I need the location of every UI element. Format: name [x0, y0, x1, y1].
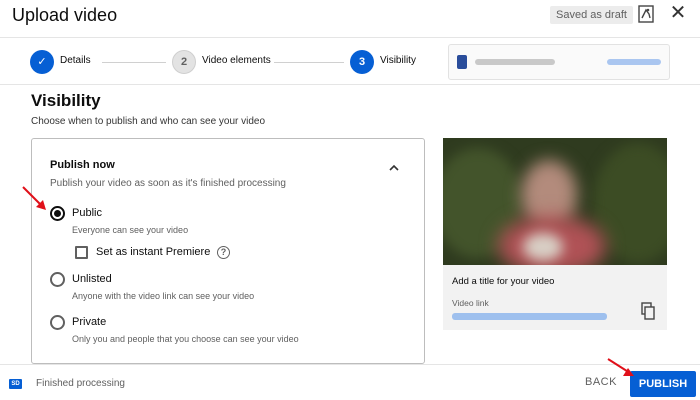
- blurred-person: [523, 233, 563, 261]
- copy-icon[interactable]: [641, 302, 655, 320]
- help-icon[interactable]: ?: [217, 246, 230, 259]
- radio-unlisted[interactable]: [50, 272, 65, 287]
- option-public-label: Public: [72, 207, 102, 219]
- step-connector: [274, 62, 344, 63]
- video-preview-card: Add a title for your video Video link: [443, 138, 667, 330]
- radio-private[interactable]: [50, 315, 65, 330]
- publish-now-title: Publish now: [50, 159, 115, 171]
- option-private-description: Only you and people that you choose can …: [72, 334, 299, 344]
- video-link-url-blurred[interactable]: [452, 313, 607, 320]
- video-thumbnail-mini: [457, 55, 467, 69]
- back-button[interactable]: BACK: [585, 376, 617, 388]
- chevron-up-icon[interactable]: [387, 161, 401, 175]
- visibility-section: Visibility Choose when to publish and wh…: [0, 86, 700, 364]
- step-visibility-number[interactable]: 3: [350, 50, 374, 74]
- instant-premiere-label: Set as instant Premiere: [96, 246, 211, 258]
- publish-now-panel: Publish now Publish your video as soon a…: [31, 138, 425, 364]
- option-unlisted-label: Unlisted: [72, 273, 112, 285]
- sd-quality-badge: SD: [9, 379, 22, 389]
- step-video-elements-number[interactable]: 2: [172, 50, 196, 74]
- publish-now-description: Publish your video as soon as it's finis…: [50, 178, 286, 189]
- close-icon[interactable]: ✕: [668, 3, 688, 23]
- step-details-check-icon[interactable]: ✓: [30, 50, 54, 74]
- draft-status-badge: Saved as draft: [550, 6, 633, 24]
- dialog-footer: SD Finished processing BACK PUBLISH: [0, 364, 700, 400]
- dialog-header: Upload video Saved as draft ✕: [0, 0, 700, 36]
- step-details-label[interactable]: Details: [60, 55, 91, 66]
- publish-button[interactable]: PUBLISH: [630, 371, 696, 397]
- step-video-elements-label[interactable]: Video elements: [202, 55, 271, 66]
- blurred-text: [475, 59, 555, 65]
- processing-status: Finished processing: [36, 378, 125, 389]
- option-private-label: Private: [72, 316, 107, 328]
- step-visibility-label[interactable]: Visibility: [380, 55, 416, 66]
- feedback-icon[interactable]: [638, 5, 654, 23]
- dialog-title: Upload video: [12, 5, 118, 25]
- option-unlisted-description: Anyone with the video link can see your …: [72, 291, 255, 301]
- video-link-label: Video link: [452, 298, 489, 308]
- blurred-link: [607, 59, 661, 65]
- section-title: Visibility: [31, 91, 101, 110]
- video-thumbnail-blurred[interactable]: [443, 138, 667, 265]
- radio-public[interactable]: [50, 206, 65, 221]
- video-title-placeholder: Add a title for your video: [452, 276, 555, 287]
- upload-stepper: ✓ Details 2 Video elements 3 Visibility: [0, 37, 700, 85]
- step-connector: [102, 62, 166, 63]
- instant-premiere-checkbox[interactable]: [75, 246, 88, 259]
- section-description: Choose when to publish and who can see y…: [31, 116, 266, 127]
- option-public-description: Everyone can see your video: [72, 225, 189, 235]
- video-summary-card-blurred: [448, 44, 670, 80]
